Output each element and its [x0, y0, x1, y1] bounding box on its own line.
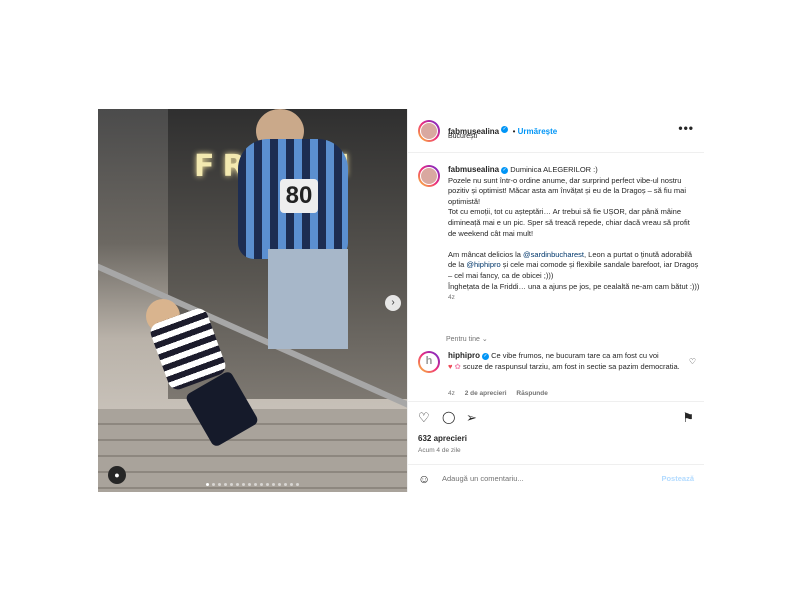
carousel-dot	[218, 483, 221, 486]
carousel-dot	[236, 483, 239, 486]
mention-sardinbucharest[interactable]: @sardinbucharest	[523, 250, 584, 259]
likes-count[interactable]: 632 aprecieri	[418, 434, 467, 443]
carousel-dot	[224, 483, 227, 486]
mention-hiphipro[interactable]: @hiphipro	[466, 260, 500, 269]
more-options-icon[interactable]: •••	[678, 121, 694, 135]
carousel-dot	[254, 483, 257, 486]
emoji-picker-icon[interactable]: ☺	[418, 472, 430, 486]
author-avatar[interactable]	[418, 120, 440, 142]
carousel-dot	[230, 483, 233, 486]
reply-button[interactable]: Răspunde	[516, 390, 547, 397]
save-bookmark-icon[interactable]: ⚑	[682, 410, 694, 426]
flower-emoji-icon: ✿	[454, 361, 461, 371]
carousel-dot	[266, 483, 269, 486]
carousel-dot	[278, 483, 281, 486]
follow-button[interactable]: Urmărește	[518, 127, 558, 136]
carousel-dot	[290, 483, 293, 486]
comment-bubble-icon[interactable]: ◯	[442, 410, 455, 424]
verified-badge-icon: ✓	[501, 126, 509, 134]
caption-paragraph-2a: Am mâncat delicios la	[448, 249, 524, 259]
post-date: Acum 4 de zile	[418, 447, 461, 454]
caption-paragraph-1: Pozele nu sunt într-o ordine anume, dar …	[448, 175, 690, 238]
tagged-users-icon[interactable]: ●	[108, 466, 126, 484]
post-header: fabmusealina ✓ • Urmărește București •••	[408, 109, 704, 153]
chevron-down-icon: ⌄	[481, 336, 488, 343]
post-photo[interactable]: FRIDDI 80 › ●	[98, 109, 407, 492]
post-actions: ♡ ◯ ➢ ⚑ 632 aprecieri Acum 4 de zile	[408, 401, 704, 461]
comment-text: hiphipro ✓ Ce vibe frumos, ne bucuram tar…	[448, 351, 688, 372]
caption-title: Duminica ALEGERILOR :)	[510, 165, 598, 174]
comment-time[interactable]: 4z	[448, 390, 455, 397]
comment-meta: 4z 2 de aprecieri Răspunde	[448, 390, 556, 397]
post-modal: FRIDDI 80 › ● fabmusealina✓ • Urmărește …	[98, 109, 704, 492]
carousel-indicator	[206, 483, 299, 486]
add-comment-bar: ☺ Postează	[408, 464, 704, 492]
verified-badge-icon: ✓	[501, 166, 509, 174]
comment-likes[interactable]: 2 de aprecieri	[465, 390, 507, 397]
carousel-dot	[284, 483, 287, 486]
post-details-panel: fabmusealina ✓ • Urmărește București ••• …	[407, 109, 704, 492]
like-heart-icon[interactable]: ♡	[418, 410, 430, 426]
comment-body: Ce vibe frumos, ne bucuram tare ca am fo…	[491, 351, 659, 360]
carousel-dot	[272, 483, 275, 486]
carousel-dot	[206, 483, 209, 486]
for-you-label: Pentru tine	[446, 336, 480, 343]
carousel-dot	[296, 483, 299, 486]
carousel-dot	[242, 483, 245, 486]
jersey-number: 80	[280, 179, 318, 213]
carousel-dot	[248, 483, 251, 486]
caption-avatar[interactable]	[418, 165, 440, 187]
caption-time[interactable]: 4z	[448, 294, 455, 301]
comment-username[interactable]: hiphipro	[448, 351, 480, 360]
next-photo-button[interactable]: ›	[385, 295, 401, 311]
location-link[interactable]: București	[448, 133, 477, 140]
caption-username[interactable]: fabmusealina	[448, 165, 499, 174]
for-you-toggle[interactable]: Pentru tine ⌄	[446, 335, 488, 343]
share-send-icon[interactable]: ➢	[466, 410, 477, 426]
post-comment-button[interactable]: Postează	[661, 474, 694, 483]
add-comment-input[interactable]	[442, 474, 652, 483]
verified-badge-icon: ✓	[482, 352, 489, 360]
carousel-dot	[212, 483, 215, 486]
heart-emoji-icon: ♥	[448, 361, 453, 371]
comment-avatar[interactable]: h	[418, 351, 440, 373]
comment-like-icon[interactable]: ♡	[689, 357, 696, 366]
carousel-dot	[260, 483, 263, 486]
comment-body-2: scuze de raspunsul tarziu, am fost in se…	[462, 361, 680, 371]
denim-skirt	[268, 249, 348, 349]
caption-text: fabmusealina ✓ Duminica ALEGERILOR :) Poz…	[448, 165, 700, 304]
